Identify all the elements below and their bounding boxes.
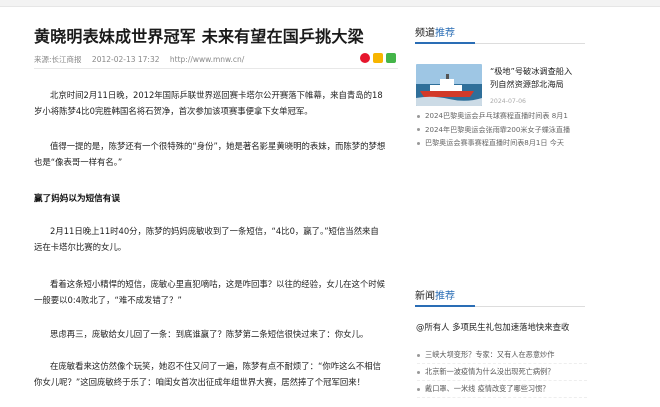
icebreaker-ship-thumbnail[interactable] <box>416 64 482 106</box>
paragraph: 思虑再三，庞敏给女儿回了一条：到底谁赢了？陈梦第二条短信很快过来了：你女儿。 <box>50 329 369 339</box>
bullet-icon <box>417 370 420 374</box>
wechat-share-icon[interactable] <box>386 53 396 63</box>
feature-headline[interactable]: “极地”号破冰调查船入列自然资源部北海局 <box>490 65 580 91</box>
channel-recommend-list: 2024巴黎奥运会乒乓球赛程直播时间表 8月1 2024年巴黎奥运会张雨霏200… <box>417 109 587 150</box>
article-url[interactable]: http://www.mnw.cn/ <box>170 55 244 64</box>
news-top-headline[interactable]: @所有人 多项民生礼包加速落地快来查收 <box>416 321 569 333</box>
article-container: 黄晓明表妹成世界冠军 未来有望在国乒挑大梁 来源:长江商报 2012-02-13… <box>0 7 400 407</box>
bullet-icon <box>417 128 420 131</box>
article-meta: 来源:长江商报 2012-02-13 17:32 http://www.mnw.… <box>34 51 398 69</box>
ship-image-icon <box>416 64 482 106</box>
news-recommend-heading: 新闻推荐 <box>415 287 585 307</box>
feature-date: 2024-07-06 <box>490 98 526 105</box>
top-bar <box>0 0 660 7</box>
section-subheading: 赢了妈妈以为短信有误 <box>34 194 120 204</box>
article-source: 来源:长江商报 <box>34 55 82 64</box>
bullet-icon <box>417 387 420 391</box>
article-title: 黄晓明表妹成世界冠军 未来有望在国乒挑大梁 <box>34 27 364 46</box>
bullet-icon <box>417 353 420 357</box>
list-item[interactable]: 三峡大坝变形？专家：又有人在恶意炒作 <box>417 347 587 364</box>
paragraph: 北京时间2月11日晚，2012年国际乒联世界巡回赛卡塔尔公开赛落下帷幕，来自青岛… <box>34 90 383 116</box>
channel-recommend-heading: 频道推荐 <box>415 24 585 44</box>
list-item[interactable]: 北京新一波疫情为什么没出现死亡病例？ <box>417 364 587 381</box>
list-item[interactable]: 2024年巴黎奥运会张雨霏200米女子蝶泳直播 <box>417 123 587 137</box>
paragraph: 在庞敏看来这仿然像个玩笑，她忍不住又问了一遍，陈梦有点不耐烦了：“你咋这么不相信… <box>34 361 381 387</box>
article-datetime: 2012-02-13 17:32 <box>91 55 160 64</box>
paragraph: 值得一提的是，陈梦还有一个很特殊的“身份”，她是著名影星黄晓明的表妹，而陈梦的梦… <box>34 141 386 167</box>
qzone-share-icon[interactable] <box>373 53 383 63</box>
list-item[interactable]: 2024巴黎奥运会乒乓球赛程直播时间表 8月1 <box>417 109 587 123</box>
bullet-icon <box>417 141 420 145</box>
news-recommend-list: 三峡大坝变形？专家：又有人在恶意炒作 北京新一波疫情为什么没出现死亡病例？ 戴口… <box>417 347 587 398</box>
sidebar: 频道推荐 “极地”号破冰调查船入列自然资源部北海局 2024-07-06 202… <box>405 7 660 407</box>
list-item[interactable]: 巴黎奥运会赛事赛程直播时间表8月1日 今天 <box>417 136 587 150</box>
paragraph: 2月11日晚上11时40分，陈梦的妈妈庞敏收到了一条短信，“4比0，赢了。”短信… <box>34 226 379 252</box>
share-bar <box>360 53 396 63</box>
weibo-share-icon[interactable] <box>360 53 370 63</box>
bullet-icon <box>417 114 420 118</box>
paragraph: 看着这条短小精悍的短信，庞敏心里直犯嘀咕，这是咋回事？以往的经验，女儿在这个时候… <box>34 279 385 305</box>
list-item[interactable]: 戴口罩、一米线 疫情改变了哪些习惯？ <box>417 381 587 398</box>
